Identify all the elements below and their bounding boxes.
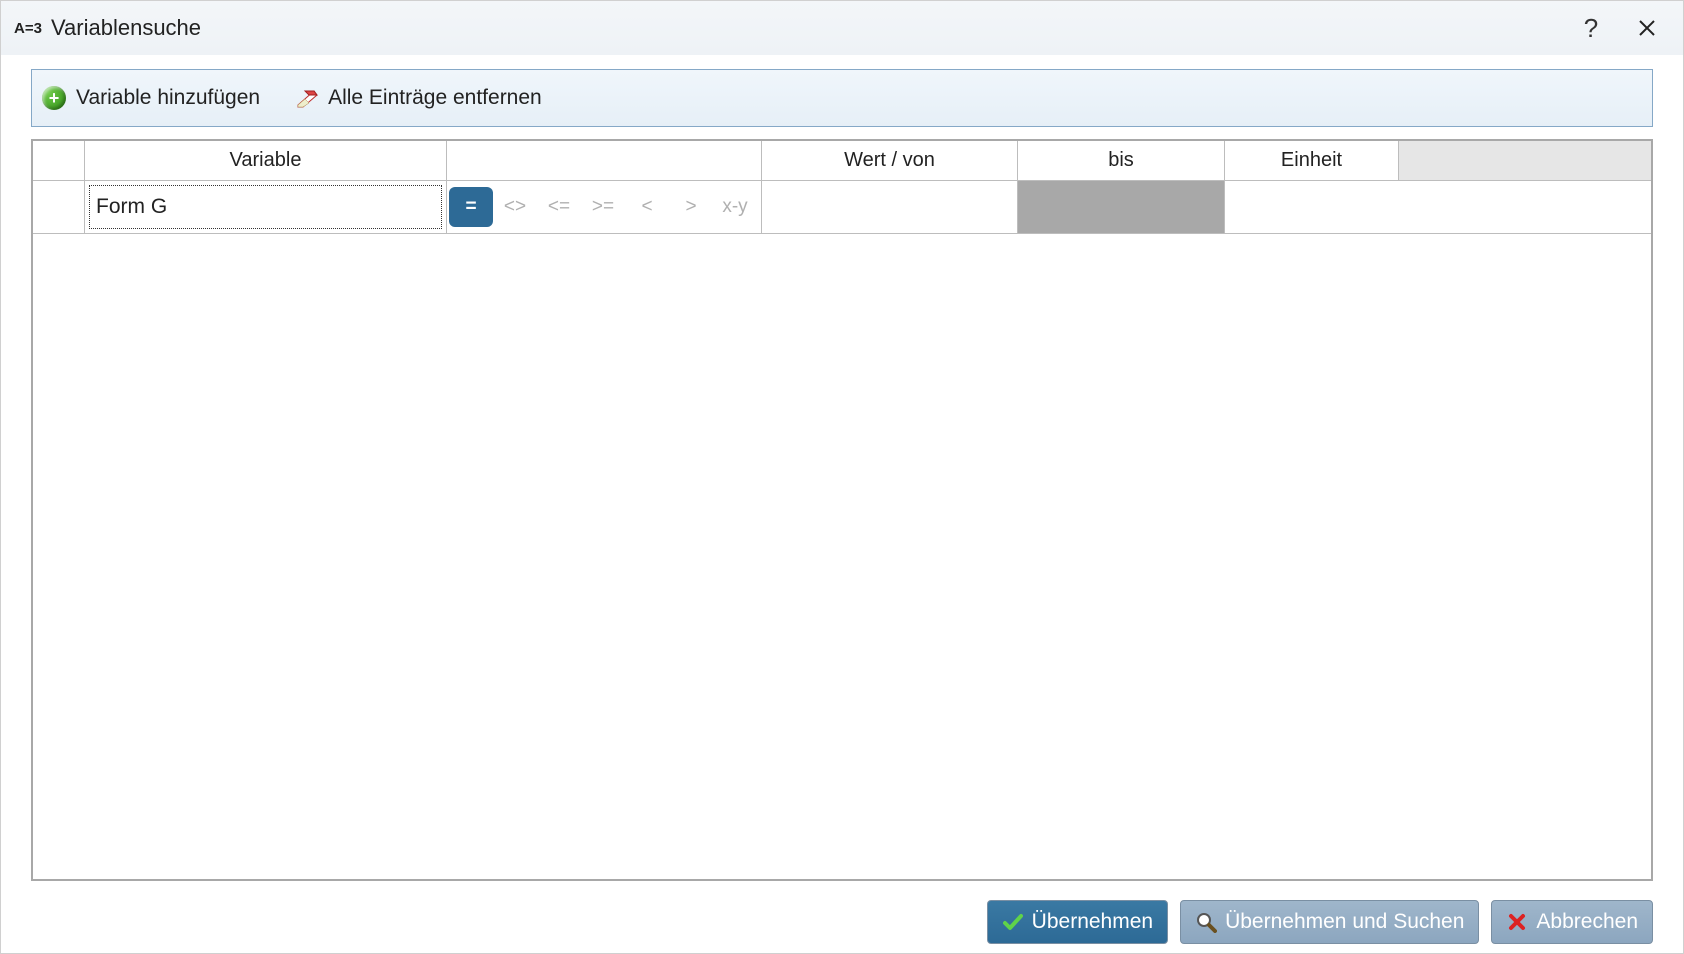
variables-grid: Variable Wert / von bis Einheit Form G xyxy=(31,139,1653,881)
grid-header-row: Variable Wert / von bis Einheit xyxy=(33,141,1651,181)
operator-equals-button[interactable]: = xyxy=(449,187,493,227)
titlebar: A=3 Variablensuche ? xyxy=(1,1,1683,55)
dialog-footer: Übernehmen Übernehmen und Suchen Abbrech… xyxy=(1,891,1683,953)
operator-lt-button[interactable]: < xyxy=(625,187,669,227)
cancel-icon xyxy=(1506,911,1528,933)
bis-cell xyxy=(1018,181,1225,233)
app-icon: A=3 xyxy=(13,16,45,40)
help-button[interactable]: ? xyxy=(1563,8,1619,48)
close-window-button[interactable] xyxy=(1619,8,1675,48)
grid-row: Form G = <> <= >= < > x-y xyxy=(33,181,1651,234)
grid-header-variable[interactable]: Variable xyxy=(85,141,447,180)
add-variable-label: Variable hinzufügen xyxy=(76,86,260,110)
eraser-icon xyxy=(290,87,318,109)
einheit-cell[interactable] xyxy=(1225,181,1399,233)
operator-notequals-button[interactable]: <> xyxy=(493,187,537,227)
help-icon: ? xyxy=(1584,13,1598,44)
variable-search-dialog: A=3 Variablensuche ? + Variable hinzufüg… xyxy=(0,0,1684,954)
grid-header-einheit[interactable]: Einheit xyxy=(1225,141,1399,180)
check-icon xyxy=(1002,911,1024,933)
operator-gt-button[interactable]: > xyxy=(669,187,713,227)
svg-text:A=3: A=3 xyxy=(14,20,42,37)
row-handle[interactable] xyxy=(33,181,85,233)
clear-all-label: Alle Einträge entfernen xyxy=(328,86,542,110)
variable-value: Form G xyxy=(96,195,167,219)
grid-header-bis[interactable]: bis xyxy=(1018,141,1225,180)
apply-and-search-button[interactable]: Übernehmen und Suchen xyxy=(1180,900,1479,944)
window-title: Variablensuche xyxy=(51,15,201,41)
clear-all-button[interactable]: Alle Einträge entfernen xyxy=(290,70,542,126)
operator-lte-button[interactable]: <= xyxy=(537,187,581,227)
cancel-label: Abbrechen xyxy=(1536,910,1638,934)
add-variable-button[interactable]: + Variable hinzufügen xyxy=(42,70,260,126)
operator-cell: = <> <= >= < > x-y xyxy=(447,181,762,233)
close-icon xyxy=(1638,19,1656,37)
search-icon xyxy=(1195,911,1217,933)
apply-and-search-label: Übernehmen und Suchen xyxy=(1225,910,1464,934)
grid-body: Form G = <> <= >= < > x-y xyxy=(33,181,1651,879)
grid-header-operator[interactable] xyxy=(447,141,762,180)
operator-gte-button[interactable]: >= xyxy=(581,187,625,227)
plus-icon: + xyxy=(42,86,66,110)
grid-header-handle xyxy=(33,141,85,180)
cancel-button[interactable]: Abbrechen xyxy=(1491,900,1653,944)
apply-label: Übernehmen xyxy=(1032,910,1153,934)
variable-cell[interactable]: Form G xyxy=(85,181,447,233)
content-area: + Variable hinzufügen Alle Einträge entf… xyxy=(1,55,1683,891)
grid-header-scroll-gutter xyxy=(1399,141,1651,180)
wert-cell[interactable] xyxy=(762,181,1018,233)
grid-header-wert[interactable]: Wert / von xyxy=(762,141,1018,180)
variable-input[interactable]: Form G xyxy=(89,185,442,229)
apply-button[interactable]: Übernehmen xyxy=(987,900,1168,944)
operator-range-button[interactable]: x-y xyxy=(713,187,757,227)
toolbar: + Variable hinzufügen Alle Einträge entf… xyxy=(31,69,1653,127)
